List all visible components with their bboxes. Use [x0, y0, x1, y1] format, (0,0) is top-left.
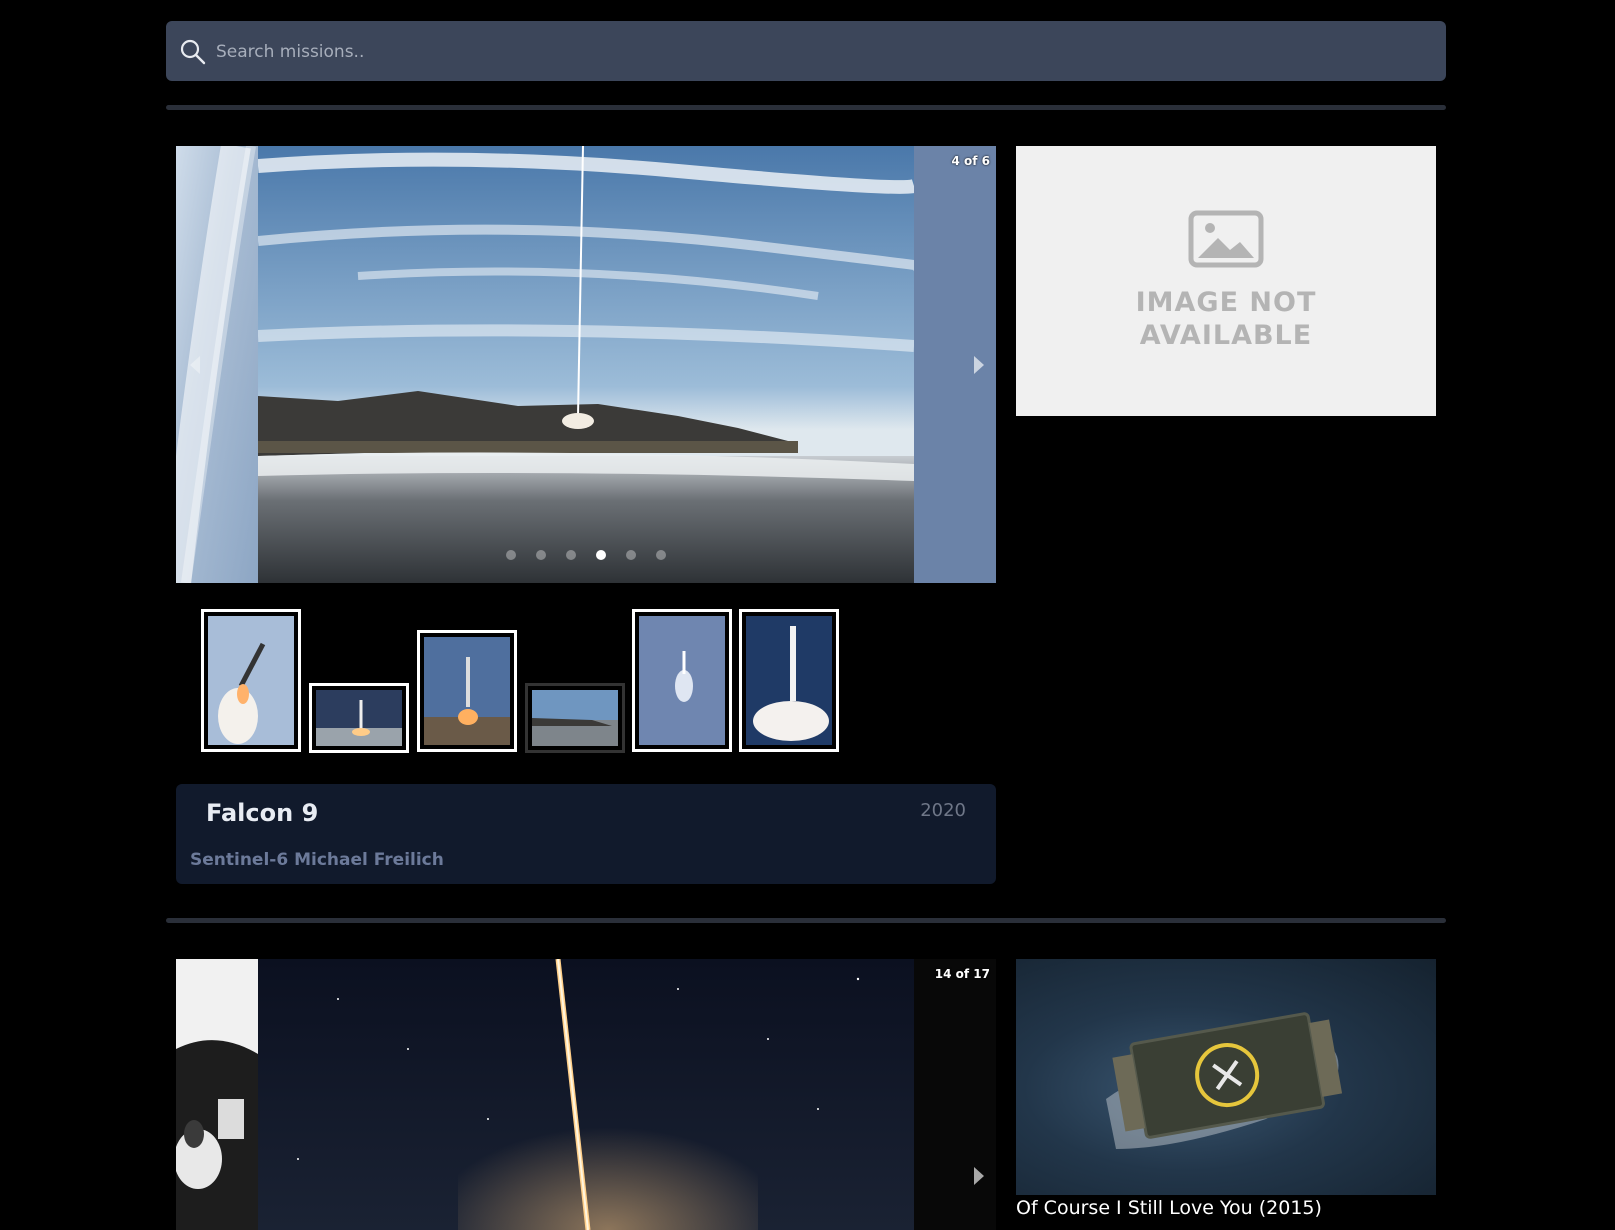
thumbnail[interactable] — [632, 609, 732, 752]
thumbnail[interactable] — [525, 683, 625, 753]
carousel-main-image[interactable] — [258, 959, 914, 1230]
section-divider — [166, 918, 1446, 923]
launch-info-card[interactable]: Falcon 9 2020 Sentinel-6 Michael Freilic… — [176, 784, 996, 884]
carousel-dot[interactable] — [506, 550, 516, 560]
search-icon — [180, 39, 206, 65]
image-not-available-text: IMAGE NOT AVAILABLE — [1135, 287, 1317, 351]
thumbnail[interactable] — [309, 683, 409, 753]
slide-counter: 4 of 6 — [951, 154, 990, 168]
mission-name: Sentinel-6 Michael Freilich — [190, 850, 444, 870]
mission-patch-image — [1016, 959, 1436, 1195]
carousel-dot[interactable] — [656, 550, 666, 560]
search-bar — [166, 21, 1446, 83]
carousel-dots — [506, 550, 666, 560]
carousel-prev-slide[interactable] — [176, 146, 258, 583]
image-carousel: 4 of 6 — [176, 146, 996, 583]
launch-year: 2020 — [920, 800, 966, 821]
thumbnail[interactable] — [739, 609, 839, 752]
carousel-dot[interactable] — [626, 550, 636, 560]
carousel-dot-active[interactable] — [596, 550, 606, 560]
mission-patch-placeholder: IMAGE NOT AVAILABLE — [1016, 146, 1436, 416]
search-input[interactable] — [214, 21, 1438, 83]
section-divider — [166, 105, 1446, 110]
chevron-right-icon[interactable] — [974, 356, 984, 374]
carousel-dot[interactable] — [536, 550, 546, 560]
image-carousel: 14 of 17 — [176, 959, 996, 1230]
thumbnail[interactable] — [201, 609, 301, 752]
slide-counter: 14 of 17 — [934, 967, 990, 981]
chevron-left-icon[interactable] — [190, 356, 200, 374]
rocket-name: Falcon 9 — [206, 799, 319, 827]
thumbnail[interactable] — [417, 630, 517, 752]
carousel-prev-slide[interactable] — [176, 959, 258, 1230]
mission-patch-caption: Of Course I Still Love You (2015) — [1016, 1197, 1322, 1219]
carousel-dot[interactable] — [566, 550, 576, 560]
carousel-main-image[interactable] — [258, 146, 914, 583]
carousel-next-slide[interactable] — [914, 959, 996, 1230]
image-placeholder-icon — [1188, 210, 1264, 268]
chevron-right-icon[interactable] — [974, 1167, 984, 1185]
